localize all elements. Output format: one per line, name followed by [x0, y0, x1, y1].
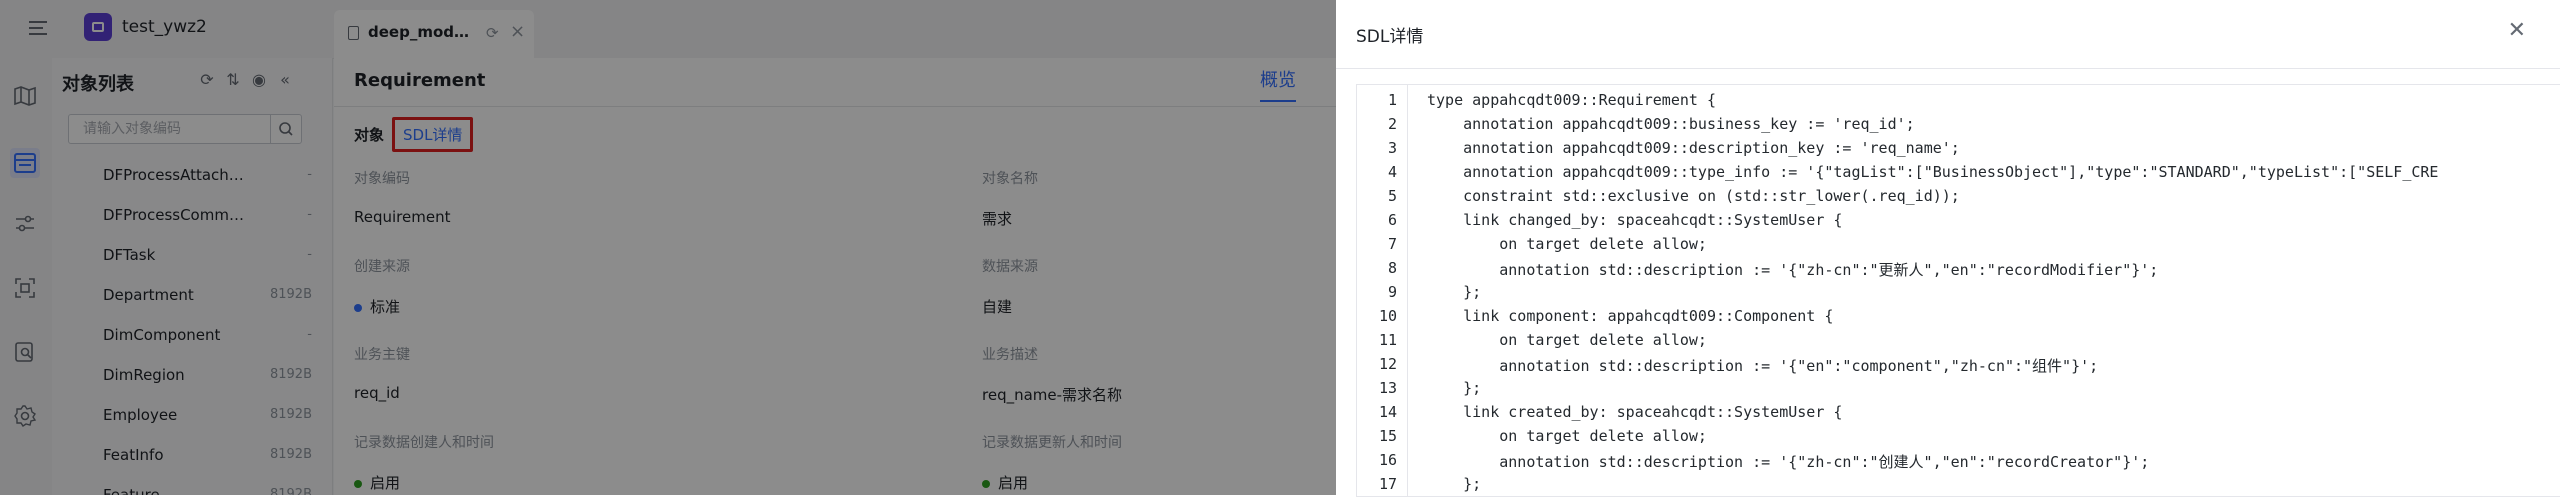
code-line: annotation std::description := '{"zh-cn"… — [1427, 453, 2150, 471]
line-number: 4 — [1387, 163, 1397, 181]
code-line: link component: appahcqdt009::Component … — [1427, 307, 1834, 325]
line-number: 15 — [1378, 427, 1397, 445]
code-line: on target delete allow; — [1427, 427, 1707, 445]
line-number: 6 — [1387, 211, 1397, 229]
code-line: }; — [1427, 379, 1482, 397]
code-line: link changed_by: spaceahcqdt::SystemUser… — [1427, 211, 1843, 229]
line-number-gutter: 1 2 3 4 5 6 7 8 9 10 11 12 13 14 15 16 17 — [1357, 85, 1408, 496]
code-line: link created_by: spaceahcqdt::SystemUser… — [1427, 403, 1843, 421]
close-icon[interactable]: ✕ — [2508, 18, 2526, 43]
line-number: 10 — [1378, 307, 1397, 325]
line-number: 12 — [1378, 355, 1397, 373]
drawer-header: SDL详情 ✕ — [1336, 0, 2560, 69]
code-editor[interactable]: 1 2 3 4 5 6 7 8 9 10 11 12 13 14 15 16 17 type appahcqdt… — [1356, 84, 2560, 497]
code-line: annotation std::description := '{"en":"c… — [1427, 357, 2099, 375]
code-line: annotation appahcqdt009::description_key… — [1427, 139, 1960, 157]
line-number: 5 — [1387, 187, 1397, 205]
line-number: 8 — [1387, 259, 1397, 277]
code-line: on target delete allow; — [1427, 235, 1707, 253]
sdl-drawer: SDL详情 ✕ 1 2 3 4 5 6 7 8 9 10 11 12 13 14 15 16 17 type a… — [1336, 0, 2560, 497]
line-number: 3 — [1387, 139, 1397, 157]
line-number: 16 — [1378, 451, 1397, 469]
code-line: annotation appahcqdt009::business_key :=… — [1427, 115, 1915, 133]
line-number: 14 — [1378, 403, 1397, 421]
line-number: 1 — [1387, 91, 1397, 109]
line-number: 11 — [1378, 331, 1397, 349]
line-number: 13 — [1378, 379, 1397, 397]
code-line: }; — [1427, 475, 1482, 493]
line-number: 7 — [1387, 235, 1397, 253]
modal-overlay[interactable] — [0, 0, 1336, 495]
app-background: test_ywz2 deep_model_... ⟳ × — [0, 0, 1336, 495]
code-line: annotation appahcqdt009::type_info := '{… — [1427, 163, 2439, 181]
code-line: }; — [1427, 283, 1482, 301]
line-number: 17 — [1378, 475, 1397, 493]
line-number: 2 — [1387, 115, 1397, 133]
line-number: 9 — [1387, 283, 1397, 301]
code-line: type appahcqdt009::Requirement { — [1427, 91, 1716, 109]
drawer-title: SDL详情 — [1356, 27, 1424, 47]
code-line: on target delete allow; — [1427, 331, 1707, 349]
code-line: annotation std::description := '{"zh-cn"… — [1427, 261, 2159, 279]
code-line: constraint std::exclusive on (std::str_l… — [1427, 187, 1960, 205]
